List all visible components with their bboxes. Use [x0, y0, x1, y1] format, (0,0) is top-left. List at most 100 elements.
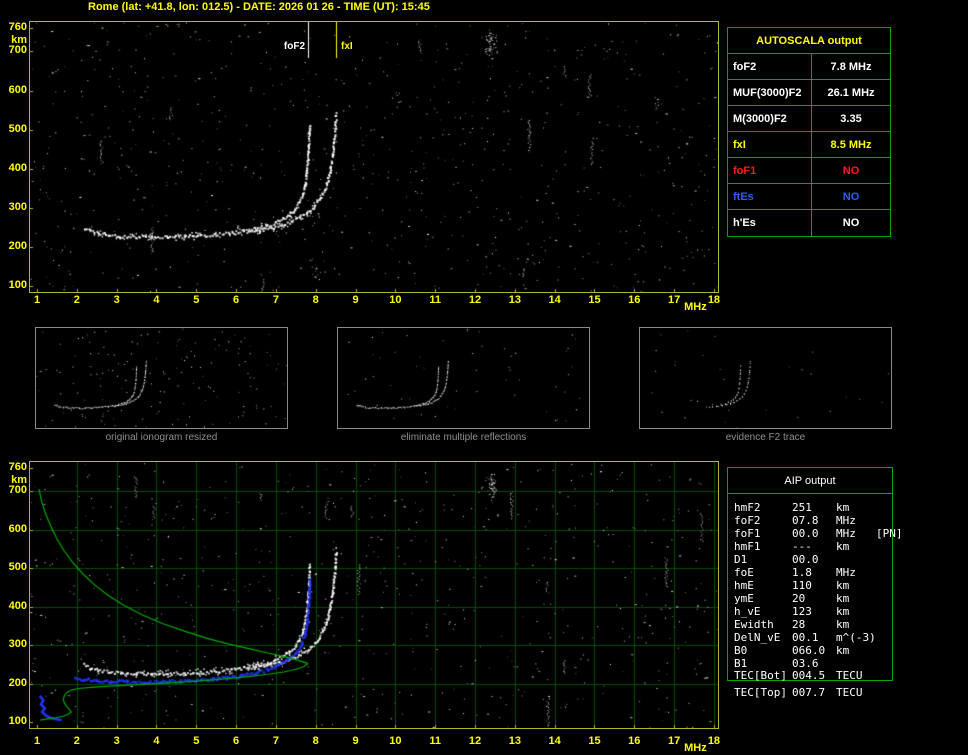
page-title: Rome (lat: +41.8, lon: 012.5) - DATE: 20…	[88, 1, 430, 13]
autoscala-row-m3000f2: M(3000)F2 3.35	[728, 106, 890, 132]
aip-row-yme: ymE 20 km	[734, 592, 892, 605]
autoscala-screen: Rome (lat: +41.8, lon: 012.5) - DATE: 20…	[0, 0, 968, 755]
aip-param-value: 07.8	[792, 514, 836, 527]
autoscala-row-fof1: foF1 NO	[728, 158, 890, 184]
thumbnail-eliminate-reflections	[337, 327, 590, 429]
fof2-marker-label: foF2	[274, 40, 306, 53]
autoscala-row-fxi: fxI 8.5 MHz	[728, 132, 890, 158]
aip-row-tec-bot: TEC[Bot] 004.5 TECU	[734, 669, 892, 682]
aip-param-value: ---	[792, 540, 836, 553]
aip-param-value: 110	[792, 579, 836, 592]
x-axis-tick-label: 8	[305, 295, 327, 306]
y-axis-tick-label: 600	[2, 524, 27, 535]
aip-param-extra	[876, 644, 892, 657]
aip-param-unit: km	[836, 644, 876, 657]
aip-param-extra	[876, 553, 892, 566]
x-axis-tick-label: 17	[663, 736, 685, 747]
aip-param-name: D1	[734, 553, 792, 566]
aip-param-name: DelN_vE	[734, 631, 792, 644]
y-axis-tick-label: 500	[2, 124, 27, 135]
y-axis-tick-label: 200	[2, 678, 27, 689]
aip-row-ewidth: Ewidth 28 km	[734, 618, 892, 631]
x-axis-tick-label: 2	[66, 295, 88, 306]
autoscala-param-value: 26.1 MHz	[812, 80, 890, 105]
x-axis-tick-label: 9	[345, 295, 367, 306]
aip-row-d1: D1 00.0	[734, 553, 892, 566]
thumbnail-evidence-f2-trace	[639, 327, 892, 429]
y-axis-tick-label: 300	[2, 202, 27, 213]
aip-row-b0: B0 066.0 km	[734, 644, 892, 657]
x-axis-tick-label: 4	[145, 295, 167, 306]
x-axis-tick-label: 5	[185, 736, 207, 747]
aip-param-extra	[876, 631, 892, 644]
aip-param-name: hmF1	[734, 540, 792, 553]
autoscala-param-value: NO	[812, 158, 890, 183]
aip-param-unit: m^(-3)	[836, 631, 876, 644]
autoscala-row-hes: h'Es NO	[728, 210, 890, 236]
x-axis-tick-label: 3	[106, 736, 128, 747]
aip-param-unit: km	[836, 501, 876, 514]
autoscala-row-fof2: foF2 7.8 MHz	[728, 54, 890, 80]
aip-param-extra	[876, 686, 892, 699]
aip-param-extra	[876, 592, 892, 605]
x-axis-tick-label: 14	[544, 736, 566, 747]
aip-row-hme: hmE 110 km	[734, 579, 892, 592]
x-axis-tick-label: 17	[663, 295, 685, 306]
aip-param-name: TEC[Top]	[734, 686, 792, 699]
autoscala-row-muf3000f2: MUF(3000)F2 26.1 MHz	[728, 80, 890, 106]
x-axis-unit-label: MHz	[684, 302, 707, 313]
thumbnail-evidence-f2-trace-canvas	[640, 328, 891, 428]
aip-param-name: hmE	[734, 579, 792, 592]
aip-param-extra	[876, 540, 892, 553]
aip-param-value: 20	[792, 592, 836, 605]
aip-param-unit: km	[836, 540, 876, 553]
y-axis-tick-label: 400	[2, 601, 27, 612]
aip-param-value: 00.0	[792, 527, 836, 540]
thumbnail-caption: evidence F2 trace	[639, 432, 892, 443]
x-axis-tick-label: 1	[26, 736, 48, 747]
thumbnail-eliminate-reflections-canvas	[338, 328, 589, 428]
x-axis-tick-label: 14	[544, 295, 566, 306]
y-axis-unit-label: km	[2, 475, 27, 486]
autoscala-param-label: foF2	[728, 54, 812, 79]
y-axis-tick-label: 700	[2, 45, 27, 56]
y-axis-tick-label: 600	[2, 85, 27, 96]
aip-row-hmf2: hmF2 251 km	[734, 501, 892, 514]
autoscala-output-table: AUTOSCALA output foF2 7.8 MHz MUF(3000)F…	[727, 27, 891, 237]
aip-param-value: 1.8	[792, 566, 836, 579]
aip-param-value: 004.5	[792, 669, 836, 682]
scaled-ionogram-plot: foF2 fxI	[29, 21, 719, 293]
fxi-marker-label: fxI	[340, 40, 354, 53]
aip-param-unit: km	[836, 579, 876, 592]
autoscala-param-label: ftEs	[728, 184, 812, 209]
aip-param-unit	[836, 553, 876, 566]
autoscala-param-value: 8.5 MHz	[812, 132, 890, 157]
profile-ionogram-plot	[29, 461, 719, 729]
y-axis-unit-label: km	[2, 35, 27, 46]
aip-row-foe: foE 1.8 MHz	[734, 566, 892, 579]
y-axis-tick-label: 100	[2, 280, 27, 291]
x-axis-tick-label: 16	[623, 736, 645, 747]
aip-row-hmf1: hmF1 --- km	[734, 540, 892, 553]
aip-row-fof2: foF2 07.8 MHz	[734, 514, 892, 527]
x-axis-tick-label: 7	[265, 295, 287, 306]
x-axis-tick-label: 10	[384, 736, 406, 747]
x-axis-tick-label: 11	[424, 736, 446, 747]
profile-ionogram-canvas	[30, 462, 718, 728]
thumbnail-original-ionogram	[35, 327, 288, 429]
x-axis-unit-label: MHz	[684, 743, 707, 754]
x-axis-tick-label: 12	[464, 736, 486, 747]
aip-row-delnve: DelN_vE 00.1 m^(-3)	[734, 631, 892, 644]
aip-param-extra	[876, 566, 892, 579]
thumbnail-caption: original ionogram resized	[35, 432, 288, 443]
aip-param-name: Ewidth	[734, 618, 792, 631]
x-axis-tick-label: 1	[26, 295, 48, 306]
x-axis-tick-label: 11	[424, 295, 446, 306]
x-axis-tick-label: 6	[225, 295, 247, 306]
aip-param-value: 00.1	[792, 631, 836, 644]
y-axis-tick-label: 200	[2, 241, 27, 252]
y-axis-tick-label: 700	[2, 485, 27, 496]
x-axis-tick-label: 4	[145, 736, 167, 747]
autoscala-param-label: h'Es	[728, 210, 812, 236]
aip-row-fof1: foF1 00.0 MHz [PN]	[734, 527, 892, 540]
